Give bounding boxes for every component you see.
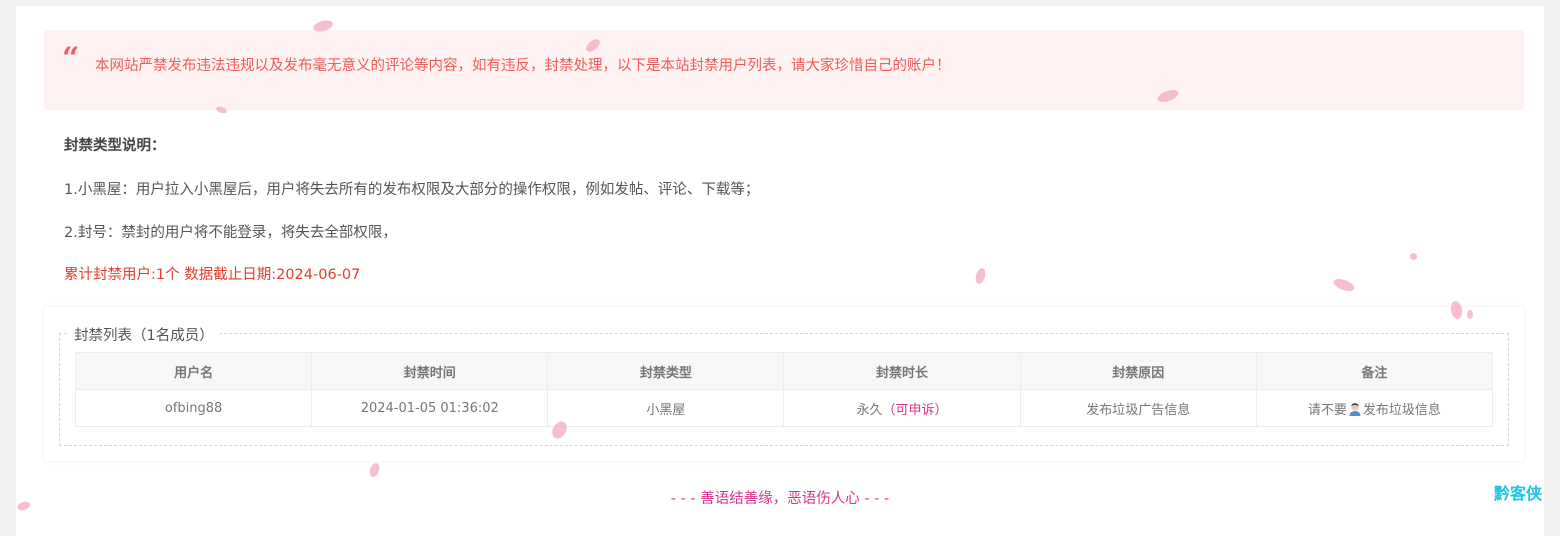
ban-list-title: 封禁列表（1名成员） (68, 324, 220, 345)
cell-time: 2024-01-05 01:36:02 (311, 389, 549, 427)
remark-text-before: 请不要 (1307, 402, 1347, 418)
column-header-username: 用户名 (74, 352, 313, 390)
column-header-time: 封禁时间 (311, 352, 549, 390)
appeal-link[interactable]: （可申诉） (883, 403, 948, 418)
table-row: ofbing88 2024-01-05 01:36:02 小黑屋 永久（可申诉）… (74, 389, 1494, 427)
notice-banner: “ 本网站严禁发布违法违规以及发布毫无意义的评论等内容，如有违反，封禁处理，以下… (44, 30, 1524, 110)
column-header-type: 封禁类型 (547, 352, 785, 390)
person-emoji-icon (1349, 402, 1361, 416)
cell-username: ofbing88 (74, 389, 313, 427)
cell-type: 小黑屋 (547, 389, 785, 427)
cell-remark: 请不要 发布垃圾信息 (1255, 389, 1494, 427)
column-header-reason: 封禁原因 (1019, 352, 1257, 390)
column-header-duration: 封禁时长 (783, 352, 1021, 390)
info-line-ban: 2.封号：禁封的用户将不能登录，将失去全部权限， (64, 225, 397, 241)
notice-text: 本网站严禁发布违法违规以及发布毫无意义的评论等内容，如有违反，封禁处理，以下是本… (95, 58, 951, 74)
info-line-blackroom: 1.小黑屋：用户拉入小黑屋后，用户将失去所有的发布权限及大部分的操作权限，例如发… (64, 182, 760, 198)
cell-duration: 永久（可申诉） (783, 389, 1021, 427)
column-header-remark: 备注 (1255, 352, 1494, 390)
page-body: “ 本网站严禁发布违法违规以及发布毫无意义的评论等内容，如有违反，封禁处理，以下… (16, 6, 1544, 536)
ban-statistics: 累计封禁用户:1个 数据截止日期:2024-06-07 (64, 267, 361, 283)
cell-reason: 发布垃圾广告信息 (1019, 389, 1257, 427)
duration-value: 永久 (856, 402, 883, 418)
footer-slogan: - - - 善语结善缘，恶语伤人心 - - - (670, 491, 890, 507)
info-heading: 封禁类型说明： (64, 138, 166, 154)
petal-decoration (1410, 253, 1417, 260)
ban-list-fieldset: 封禁列表（1名成员） 用户名 封禁时间 封禁类型 封禁时长 封禁原因 备注 of… (59, 324, 1509, 446)
remark-text-after: 发布垃圾信息 (1362, 402, 1441, 418)
quote-icon: “ (62, 41, 80, 76)
brand-logo[interactable]: 黔客侠 (1494, 480, 1542, 504)
table-header-row: 用户名 封禁时间 封禁类型 封禁时长 封禁原因 备注 (74, 352, 1494, 390)
ban-list-card: 封禁列表（1名成员） 用户名 封禁时间 封禁类型 封禁时长 封禁原因 备注 of… (44, 307, 1524, 461)
petal-decoration (1467, 310, 1473, 319)
ban-list-table: 用户名 封禁时间 封禁类型 封禁时长 封禁原因 备注 ofbing88 2024… (74, 352, 1494, 427)
